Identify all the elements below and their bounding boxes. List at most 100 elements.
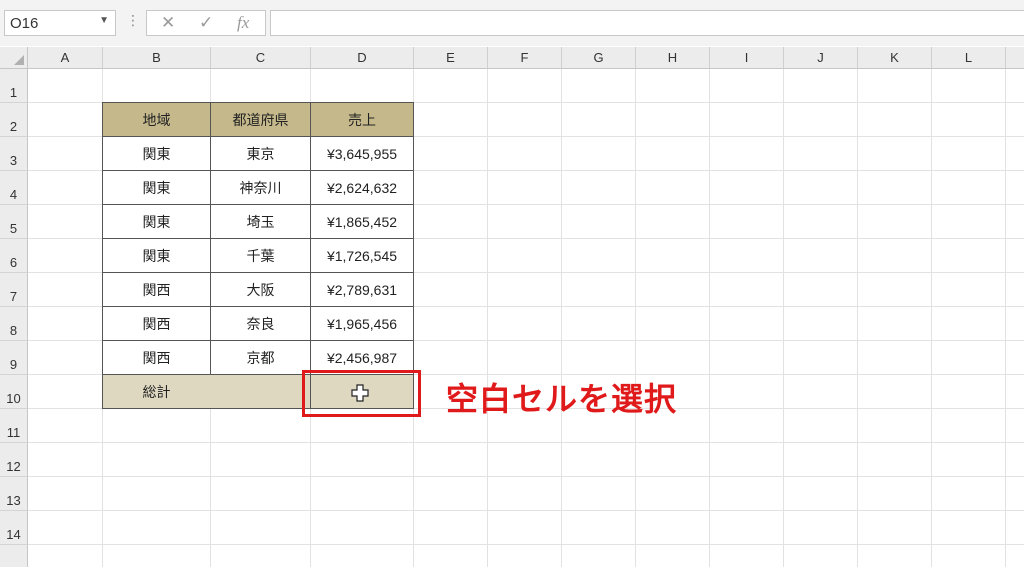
- formula-bar: O16 ▼ ⋮ ✕ ✓ fx: [0, 0, 1024, 46]
- header-label: 都道府県: [232, 111, 289, 128]
- header-cell-prefecture[interactable]: 都道府県: [211, 102, 311, 137]
- row-header-13[interactable]: 13: [0, 477, 28, 511]
- column-header-m[interactable]: [1006, 47, 1024, 69]
- row-number: 3: [9, 153, 18, 168]
- insert-function-icon[interactable]: fx: [237, 13, 249, 33]
- row-header-10[interactable]: 10: [0, 375, 28, 409]
- column-header-h[interactable]: H: [636, 47, 710, 69]
- column-header-c[interactable]: C: [211, 47, 311, 69]
- row-number: 4: [9, 187, 18, 202]
- select-all-button[interactable]: [0, 47, 28, 69]
- table-cell[interactable]: ¥2,789,631: [311, 273, 414, 307]
- header-label: 売上: [348, 111, 376, 128]
- sales-value: ¥1,965,456: [326, 315, 398, 332]
- column-header-b[interactable]: B: [103, 47, 211, 69]
- column-header-a[interactable]: A: [28, 47, 103, 69]
- column-header-l[interactable]: L: [932, 47, 1006, 69]
- confirm-icon[interactable]: ✓: [199, 13, 213, 33]
- name-box-value: O16: [10, 15, 39, 32]
- table-cell[interactable]: ¥1,965,456: [311, 307, 414, 341]
- column-header-e[interactable]: E: [414, 47, 488, 69]
- row-header-12[interactable]: 12: [0, 443, 28, 477]
- table-cell[interactable]: ¥2,624,632: [311, 171, 414, 205]
- row-number: 1: [9, 85, 18, 100]
- row-header-6[interactable]: 6: [0, 239, 28, 273]
- header-cell-region[interactable]: 地域: [102, 102, 211, 137]
- column-header-i[interactable]: I: [710, 47, 784, 69]
- region-value: 関西: [142, 349, 171, 366]
- row-number: 11: [6, 425, 21, 440]
- header-label: 地域: [142, 111, 171, 128]
- table-cell[interactable]: 千葉: [211, 239, 311, 273]
- prefecture-value: 千葉: [246, 247, 275, 264]
- table-cell[interactable]: 奈良: [211, 307, 311, 341]
- column-header-k[interactable]: K: [858, 47, 932, 69]
- region-value: 関西: [142, 281, 171, 298]
- prefecture-value: 奈良: [246, 315, 275, 332]
- table-cell[interactable]: ¥1,726,545: [311, 239, 414, 273]
- row-number: 14: [6, 527, 21, 542]
- table-cell[interactable]: 関東: [102, 239, 211, 273]
- prefecture-value: 埼玉: [246, 213, 275, 230]
- table-cell[interactable]: 関西: [102, 273, 211, 307]
- column-header-f[interactable]: F: [488, 47, 562, 69]
- region-value: 関東: [142, 247, 171, 264]
- annotation-text: 空白セルを選択: [446, 380, 678, 418]
- table-cell[interactable]: ¥3,645,955: [311, 137, 414, 171]
- row-header-4[interactable]: 4: [0, 171, 28, 205]
- table-cell[interactable]: 関東: [102, 171, 211, 205]
- row-number: 7: [9, 289, 18, 304]
- prefecture-value: 東京: [246, 145, 275, 162]
- row-number: 10: [6, 391, 21, 406]
- row-header-14[interactable]: 14: [0, 511, 28, 545]
- row-header-15[interactable]: [0, 545, 28, 567]
- row-number: 9: [9, 357, 18, 372]
- row-number: 13: [6, 493, 21, 508]
- table-cell[interactable]: 神奈川: [211, 171, 311, 205]
- row-header-8[interactable]: 8: [0, 307, 28, 341]
- total-label-cell[interactable]: 総計: [102, 375, 311, 409]
- sales-value: ¥1,865,452: [326, 213, 398, 230]
- formula-buttons: ✕ ✓ fx: [146, 10, 266, 36]
- row-number: 6: [9, 255, 18, 270]
- name-box[interactable]: O16 ▼: [4, 10, 116, 36]
- table-cell[interactable]: 京都: [211, 341, 311, 375]
- row-header-5[interactable]: 5: [0, 205, 28, 239]
- table-cell[interactable]: ¥1,865,452: [311, 205, 414, 239]
- cancel-icon[interactable]: ✕: [161, 13, 175, 33]
- sales-value: ¥2,456,987: [326, 349, 398, 366]
- row-header-2[interactable]: 2: [0, 103, 28, 137]
- table-cell[interactable]: 関東: [102, 205, 211, 239]
- region-value: 関西: [142, 315, 171, 332]
- table-cell[interactable]: 関西: [102, 307, 211, 341]
- column-header-g[interactable]: G: [562, 47, 636, 69]
- table-cell[interactable]: 東京: [211, 137, 311, 171]
- table-cell[interactable]: 埼玉: [211, 205, 311, 239]
- header-cell-sales[interactable]: 売上: [311, 102, 414, 137]
- table-cell[interactable]: 関西: [102, 341, 211, 375]
- row-number: 2: [9, 119, 18, 134]
- select-all-icon: [14, 55, 24, 65]
- sales-value: ¥2,624,632: [326, 179, 398, 196]
- row-header-7[interactable]: 7: [0, 273, 28, 307]
- row-number: 12: [6, 459, 21, 474]
- formula-input[interactable]: [270, 10, 1024, 36]
- sales-value: ¥1,726,545: [326, 247, 398, 264]
- sales-value: ¥3,645,955: [326, 145, 398, 162]
- row-header-9[interactable]: 9: [0, 341, 28, 375]
- column-header-j[interactable]: J: [784, 47, 858, 69]
- chevron-down-icon[interactable]: ▼: [99, 15, 109, 26]
- row-header-1[interactable]: 1: [0, 69, 28, 103]
- region-value: 関東: [142, 145, 171, 162]
- row-header-11[interactable]: 11: [0, 409, 28, 443]
- row-number: 8: [9, 323, 18, 338]
- region-value: 関東: [142, 213, 171, 230]
- row-header-3[interactable]: 3: [0, 137, 28, 171]
- column-header-d[interactable]: D: [311, 47, 414, 69]
- total-label: 総計: [142, 383, 171, 400]
- prefecture-value: 大阪: [246, 281, 275, 298]
- table-cell[interactable]: 大阪: [211, 273, 311, 307]
- prefecture-value: 神奈川: [239, 179, 282, 196]
- table-cell[interactable]: 関東: [102, 137, 211, 171]
- more-options-icon[interactable]: ⋮: [126, 12, 140, 29]
